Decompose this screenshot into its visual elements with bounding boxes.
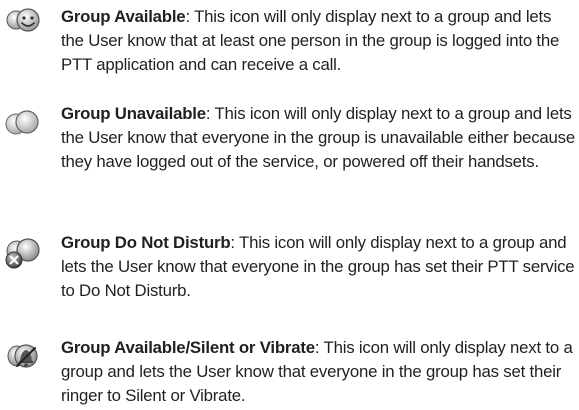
entry-term: Group Unavailable [61,104,206,123]
entry-text: Group Do Not Disturb: This icon will onl… [61,231,575,303]
entry-text: Group Available: This icon will only dis… [61,5,575,77]
entry-text: Group Available/Silent or Vibrate: This … [61,336,575,408]
group-silent-vibrate-icon [5,340,45,376]
group-unavailable-icon [3,108,43,144]
group-available-icon [4,5,44,41]
group-do-not-disturb-icon [3,237,43,273]
entry-text: Group Unavailable: This icon will only d… [61,102,575,174]
entry-term: Group Available/Silent or Vibrate [61,338,315,357]
entry-term: Group Available [61,7,186,26]
entry-term: Group Do Not Disturb [61,233,231,252]
